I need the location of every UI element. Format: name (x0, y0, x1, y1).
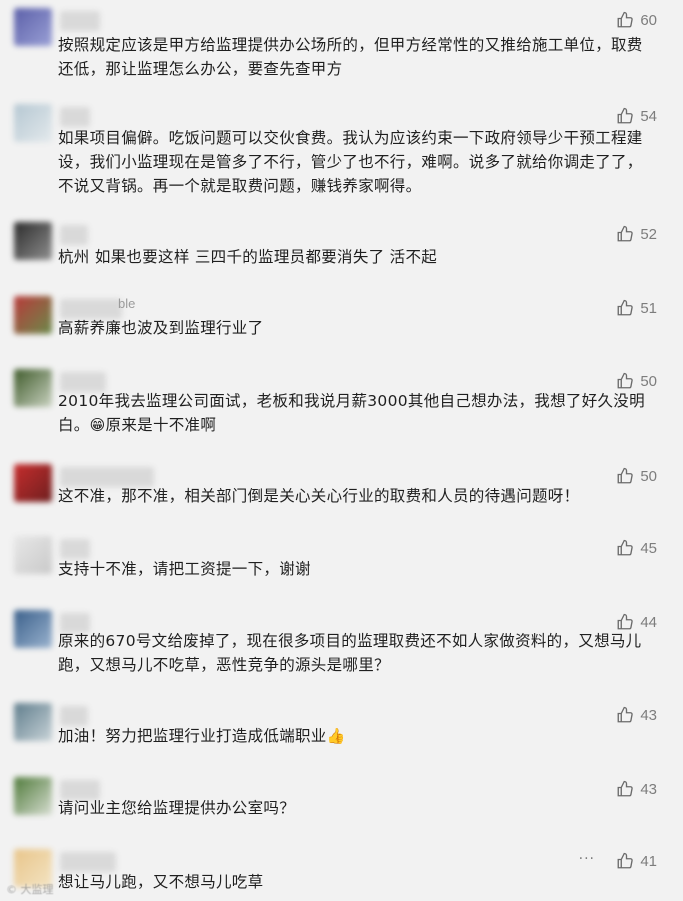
thumbs-up-icon (617, 299, 634, 316)
nickname-suffix: ble (118, 296, 136, 311)
avatar[interactable] (14, 536, 52, 574)
like-button[interactable]: 51 (616, 299, 657, 317)
nickname-blurred[interactable] (60, 852, 116, 872)
avatar[interactable] (14, 8, 52, 46)
thumbs-up-icon (617, 225, 634, 242)
grin-emoji-icon: 😁 (89, 416, 106, 434)
comment-text: 按照规定应该是甲方给监理提供办公场所的，但甲方经常性的又推给施工单位，取费还低，… (58, 36, 643, 78)
like-count: 54 (640, 107, 657, 125)
like-count: 44 (640, 613, 657, 631)
thumbs-up-icon (617, 852, 634, 869)
comment-text: 如果项目偏僻。吃饭问题可以交伙食费。我认为应该约束一下政府领导少干预工程建设，我… (58, 129, 643, 195)
like-count: 41 (640, 852, 657, 870)
like-count: 43 (640, 780, 657, 798)
like-count: 45 (640, 539, 657, 557)
thumbs-up-icon (617, 539, 634, 556)
thumbs-up-icon (617, 706, 634, 723)
comment-text: 2010年我去监理公司面试，老板和我说月薪3000其他自己想办法，我想了好久没明… (58, 389, 653, 437)
thumbs-up-icon (617, 372, 634, 389)
more-options-button[interactable]: ··· (579, 851, 595, 867)
avatar[interactable] (14, 222, 52, 260)
nickname-blurred[interactable] (60, 11, 100, 31)
comment-text: 请问业主您给监理提供办公室吗？ (58, 799, 296, 817)
like-button[interactable]: 60 (616, 11, 657, 29)
like-button[interactable]: 43 (616, 706, 657, 724)
comment-text: 加油！努力把监理行业打造成低端职业👍 (58, 724, 653, 748)
comment-text-main: 加油！努力把监理行业打造成低端职业 (58, 727, 327, 745)
avatar[interactable] (14, 464, 52, 502)
nickname-blurred[interactable] (60, 539, 90, 559)
comment-text: 想让马儿跑，又不想马儿吃草 (58, 873, 264, 891)
like-count: 50 (640, 467, 657, 485)
like-button[interactable]: 54 (616, 107, 657, 125)
thumbs-up-icon (617, 107, 634, 124)
comment-text: 杭州 如果也要这样 三四千的监理员都要消失了 活不起 (58, 248, 438, 266)
nickname-blurred[interactable] (60, 706, 88, 726)
like-button[interactable]: 50 (616, 372, 657, 390)
comment-text-tail: 原来是十不准啊 (105, 416, 217, 434)
avatar[interactable] (14, 703, 52, 741)
like-button[interactable]: 41 (616, 852, 657, 870)
like-count: 43 (640, 706, 657, 724)
comment-text: 原来的670号文给废掉了，现在很多项目的监理取费还不如人家做资料的，又想马儿跑，… (58, 632, 642, 674)
like-count: 52 (640, 225, 657, 243)
avatar[interactable] (14, 369, 52, 407)
avatar[interactable] (14, 610, 52, 648)
comment-text: 这不准，那不准，相关部门倒是关心关心行业的取费和人员的待遇问题呀！ (58, 487, 580, 505)
avatar[interactable] (14, 777, 52, 815)
like-count: 50 (640, 372, 657, 390)
nickname-blurred[interactable] (60, 107, 90, 127)
like-count: 51 (640, 299, 657, 317)
thumbs-up-emoji-icon: 👍 (326, 727, 346, 745)
comment-text: 支持十不准，请把工资提一下，谢谢 (58, 560, 311, 578)
like-button[interactable]: 52 (616, 225, 657, 243)
thumbs-up-icon (617, 467, 634, 484)
like-count: 60 (640, 11, 657, 29)
avatar[interactable] (14, 296, 52, 334)
nickname-blurred[interactable] (60, 225, 88, 245)
avatar[interactable] (14, 104, 52, 142)
comment-text: 高薪养廉也波及到监理行业了 (58, 319, 264, 337)
like-button[interactable]: 50 (616, 467, 657, 485)
like-button[interactable]: 45 (616, 539, 657, 557)
thumbs-up-icon (617, 11, 634, 28)
watermark: © 大监理 (6, 883, 54, 896)
